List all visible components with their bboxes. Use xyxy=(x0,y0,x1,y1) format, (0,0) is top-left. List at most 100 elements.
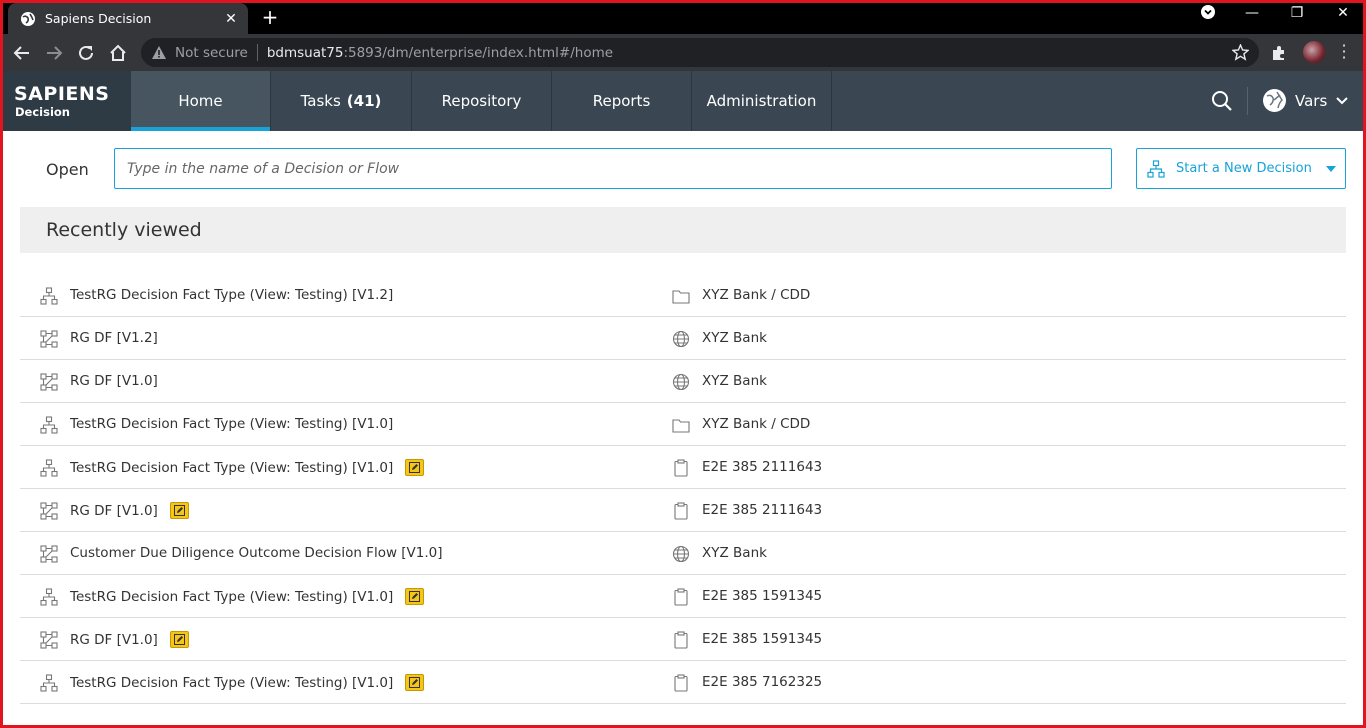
recent-item-row[interactable]: TestRG Decision Fact Type (View: Testing… xyxy=(20,274,1346,317)
recent-item-name[interactable]: RG DF [V1.0] xyxy=(70,632,158,648)
not-secure-label: Not secure xyxy=(175,44,248,61)
globe-icon xyxy=(672,373,690,391)
decision-icon xyxy=(40,674,58,692)
globe-icon xyxy=(672,545,690,563)
nav-administration[interactable]: Administration xyxy=(692,71,832,131)
recent-item-name[interactable]: RG DF [V1.2] xyxy=(70,330,158,346)
start-new-decision-button[interactable]: Start a New Decision xyxy=(1136,148,1346,189)
home-icon[interactable] xyxy=(107,42,129,64)
decision-icon xyxy=(40,287,58,305)
restore-icon[interactable]: ❐ xyxy=(1285,5,1309,21)
recent-item-row[interactable]: Customer Due Diligence Outcome Decision … xyxy=(20,532,1346,575)
decision-icon xyxy=(1147,159,1165,178)
browser-menu-icon[interactable]: · · · xyxy=(1337,38,1351,66)
recent-item-location[interactable]: XYZ Bank / CDD xyxy=(702,416,810,432)
extensions-icon[interactable] xyxy=(1269,43,1289,63)
recent-item-row[interactable]: TestRG Decision Fact Type (View: Testing… xyxy=(20,661,1346,704)
recent-item-row[interactable]: RG DF [V1.0] E2E 385 2111643 xyxy=(20,489,1346,532)
recent-item-location[interactable]: E2E 385 2111643 xyxy=(702,459,822,475)
recent-item-location[interactable]: E2E 385 2111643 xyxy=(702,502,822,518)
recent-item-row[interactable]: RG DF [V1.0] XYZ Bank xyxy=(20,360,1346,403)
chevron-down-icon[interactable] xyxy=(1336,96,1348,106)
globe-favicon-icon xyxy=(21,11,35,26)
forward-icon[interactable] xyxy=(43,42,65,64)
clipboard-icon xyxy=(674,459,688,477)
recent-item-location[interactable]: XYZ Bank xyxy=(702,373,767,389)
nav-home-label: Home xyxy=(178,92,223,110)
close-window-icon[interactable]: ✕ xyxy=(1331,5,1355,21)
minimize-icon[interactable]: — xyxy=(1240,5,1264,21)
tab-search-icon[interactable] xyxy=(1196,5,1220,23)
url-path: :5893/dm/enterprise/index.html#/home xyxy=(343,44,614,61)
nav-reports-label: Reports xyxy=(592,92,651,110)
decision-icon xyxy=(40,416,58,434)
search-icon[interactable] xyxy=(1211,90,1233,112)
nav-tasks[interactable]: Tasks (41) xyxy=(271,71,412,131)
flow-icon xyxy=(40,545,58,563)
recently-viewed-title: Recently viewed xyxy=(46,219,202,241)
browser-toolbar: Not secure bdmsuat75:5893/dm/enterprise/… xyxy=(0,34,1366,71)
recently-viewed-list: TestRG Decision Fact Type (View: Testing… xyxy=(20,274,1346,704)
nav-home[interactable]: Home xyxy=(131,71,271,131)
recent-item-location[interactable]: XYZ Bank xyxy=(702,330,767,346)
decision-icon xyxy=(40,588,58,606)
brand-sub: Decision xyxy=(15,105,70,119)
recent-item-row[interactable]: TestRG Decision Fact Type (View: Testing… xyxy=(20,446,1346,489)
recent-item-location[interactable]: E2E 385 7162325 xyxy=(702,674,822,690)
nav-repository-label: Repository xyxy=(441,92,522,110)
nav-repository[interactable]: Repository xyxy=(412,71,552,131)
open-label: Open xyxy=(46,160,89,179)
bookmark-star-icon[interactable] xyxy=(1232,44,1249,61)
new-tab-icon[interactable]: + xyxy=(258,6,282,28)
recent-item-name[interactable]: TestRG Decision Fact Type (View: Testing… xyxy=(70,589,393,605)
caret-down-icon[interactable] xyxy=(1325,165,1337,173)
nav-reports[interactable]: Reports xyxy=(552,71,692,131)
edit-note-icon[interactable] xyxy=(405,588,425,605)
back-icon[interactable] xyxy=(11,42,33,64)
edit-note-icon[interactable] xyxy=(169,631,189,648)
recent-item-name[interactable]: TestRG Decision Fact Type (View: Testing… xyxy=(70,460,393,476)
clipboard-icon xyxy=(674,674,688,692)
recent-item-row[interactable]: RG DF [V1.2] XYZ Bank xyxy=(20,317,1346,360)
recent-item-name[interactable]: TestRG Decision Fact Type (View: Testing… xyxy=(70,287,393,303)
recent-item-location[interactable]: E2E 385 1591345 xyxy=(702,631,822,647)
nav-administration-label: Administration xyxy=(706,92,817,110)
start-new-decision-label: Start a New Decision xyxy=(1176,161,1312,176)
flow-icon xyxy=(40,502,58,520)
clipboard-icon xyxy=(674,588,688,606)
brand-name: SAPIENS xyxy=(14,83,110,105)
browser-tabbar: Sapiens Decision ✕ + — ❐ ✕ xyxy=(0,0,1366,34)
recent-item-name[interactable]: TestRG Decision Fact Type (View: Testing… xyxy=(70,416,393,432)
sapiens-logo[interactable]: SAPIENS Decision xyxy=(3,71,131,131)
folder-icon xyxy=(672,419,690,433)
warning-icon xyxy=(152,45,166,59)
edit-note-icon[interactable] xyxy=(405,674,425,691)
recent-item-name[interactable]: RG DF [V1.0] xyxy=(70,503,158,519)
recent-item-location[interactable]: XYZ Bank xyxy=(702,545,767,561)
browser-tab[interactable]: Sapiens Decision ✕ xyxy=(8,3,248,34)
clipboard-icon xyxy=(674,502,688,520)
decision-icon xyxy=(40,459,58,477)
recent-item-location[interactable]: E2E 385 1591345 xyxy=(702,588,822,604)
flow-icon xyxy=(40,631,58,649)
open-search-input[interactable] xyxy=(114,148,1112,189)
recent-item-name[interactable]: Customer Due Diligence Outcome Decision … xyxy=(70,545,443,561)
close-tab-icon[interactable]: ✕ xyxy=(220,11,242,27)
edit-note-icon[interactable] xyxy=(405,459,425,476)
user-globe-icon[interactable] xyxy=(1262,88,1287,113)
recent-item-row[interactable]: RG DF [V1.0] E2E 385 1591345 xyxy=(20,618,1346,661)
profile-avatar[interactable] xyxy=(1303,41,1325,63)
address-bar[interactable]: Not secure bdmsuat75:5893/dm/enterprise/… xyxy=(141,38,1259,67)
edit-note-icon[interactable] xyxy=(169,502,189,519)
reload-icon[interactable] xyxy=(75,42,97,64)
flow-icon xyxy=(40,330,58,348)
url-host: bdmsuat75 xyxy=(266,44,344,61)
nav-tasks-label: Tasks xyxy=(300,92,341,110)
recent-item-location[interactable]: XYZ Bank / CDD xyxy=(702,287,810,303)
recent-item-name[interactable]: RG DF [V1.0] xyxy=(70,373,158,389)
user-name[interactable]: Vars xyxy=(1295,92,1327,110)
recent-item-row[interactable]: TestRG Decision Fact Type (View: Testing… xyxy=(20,575,1346,618)
recent-item-name[interactable]: TestRG Decision Fact Type (View: Testing… xyxy=(70,675,393,691)
folder-icon xyxy=(672,290,690,304)
recent-item-row[interactable]: TestRG Decision Fact Type (View: Testing… xyxy=(20,403,1346,446)
